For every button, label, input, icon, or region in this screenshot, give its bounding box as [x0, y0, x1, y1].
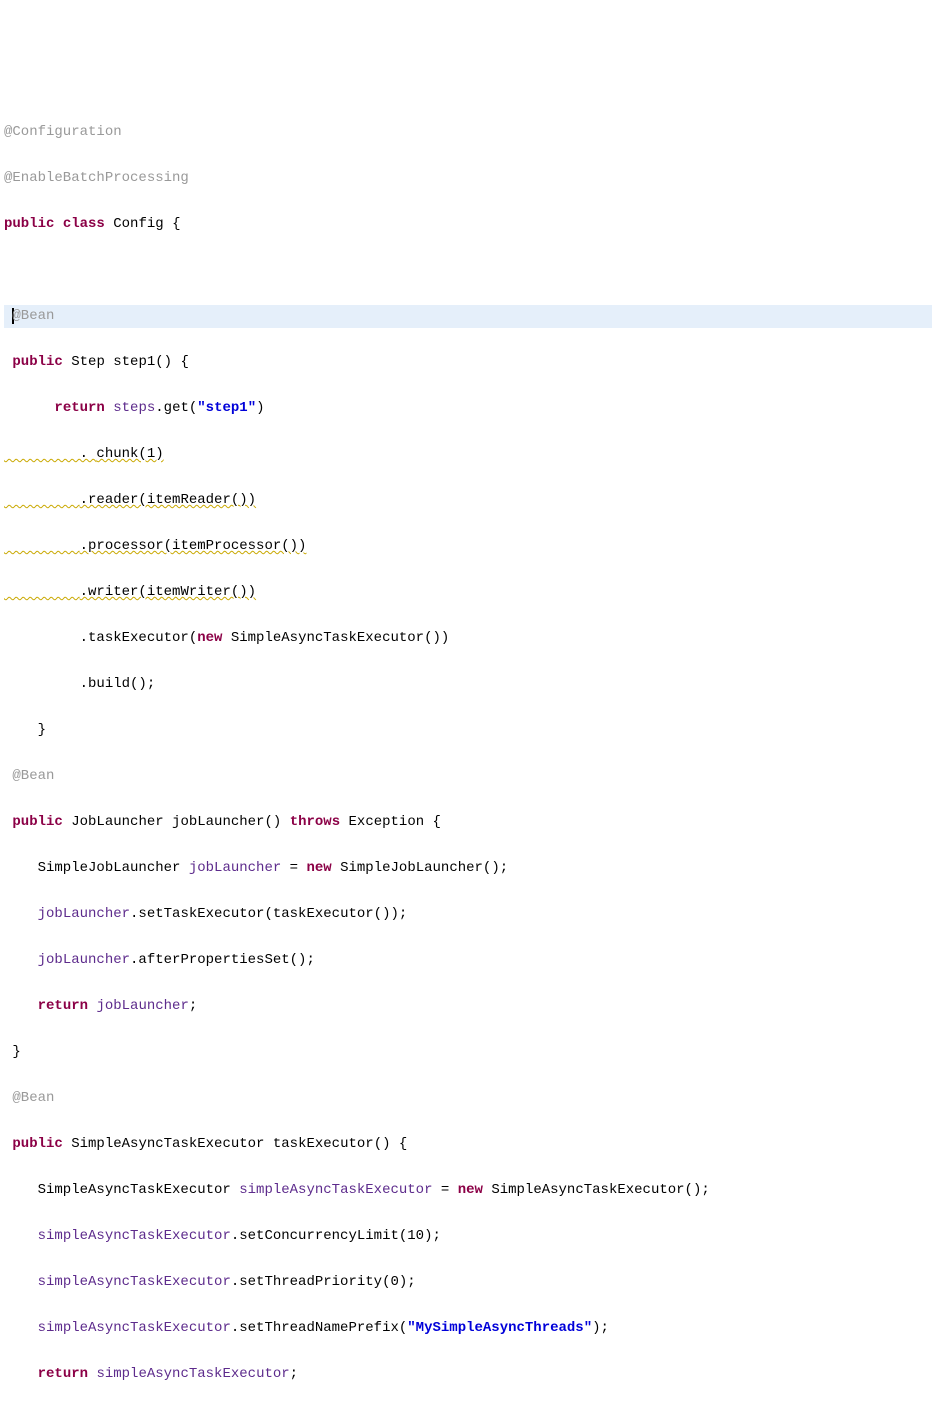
warning-squiggle: . — [4, 446, 96, 462]
params: () { — [155, 354, 189, 370]
code-line: public SimpleAsyncTaskExecutor taskExecu… — [4, 1133, 932, 1156]
variable: simpleAsyncTaskExecutor — [38, 1320, 231, 1336]
annotation: @EnableBatchProcessing — [4, 170, 189, 186]
keyword-public: public — [12, 354, 62, 370]
string-literal: "MySimpleAsyncThreads" — [407, 1320, 592, 1336]
params: () { — [374, 1136, 408, 1152]
warning-squiggle — [4, 538, 80, 554]
code-line: . chunk(1) — [4, 443, 932, 466]
variable: simpleAsyncTaskExecutor — [239, 1182, 432, 1198]
code-line: .taskExecutor(new SimpleAsyncTaskExecuto… — [4, 627, 932, 650]
keyword-throws: throws — [290, 814, 340, 830]
assign: = — [281, 860, 306, 876]
ctor-call: SimpleAsyncTaskExecutor(); — [483, 1182, 710, 1198]
variable: simpleAsyncTaskExecutor — [38, 1274, 231, 1290]
paren-close: ); — [592, 1320, 609, 1336]
return-type: JobLauncher — [63, 814, 172, 830]
code-line: return steps.get("step1") — [4, 397, 932, 420]
warning-squiggle: .reader(itemReader()) — [80, 492, 256, 508]
annotation-bean: @Bean — [12, 1090, 54, 1106]
keyword-new: new — [197, 630, 222, 646]
code-line: public Step step1() { — [4, 351, 932, 374]
code-line: simpleAsyncTaskExecutor.setThreadPriorit… — [4, 1271, 932, 1294]
method-call: .get( — [155, 400, 197, 416]
code-line: public class Config { — [4, 213, 932, 236]
variable: jobLauncher — [38, 906, 130, 922]
keyword-return: return — [54, 400, 104, 416]
assign: = — [432, 1182, 457, 1198]
var-decl: SimpleAsyncTaskExecutor — [4, 1182, 239, 1198]
code-line: public JobLauncher jobLauncher() throws … — [4, 811, 932, 834]
code-editor[interactable]: @Configuration @EnableBatchProcessing pu… — [4, 98, 932, 1404]
return-type: SimpleAsyncTaskExecutor — [63, 1136, 273, 1152]
method-call: .setConcurrencyLimit(10); — [231, 1228, 441, 1244]
keyword-public: public — [4, 216, 54, 232]
method-call: .setThreadPriority(0); — [231, 1274, 416, 1290]
code-line: return simpleAsyncTaskExecutor; — [4, 1363, 932, 1386]
method-name: jobLauncher — [172, 814, 264, 830]
code-line: .writer(itemWriter()) — [4, 581, 932, 604]
code-line: @Bean — [4, 765, 932, 788]
warning-squiggle: .writer(itemWriter()) — [80, 584, 256, 600]
paren-close: ) — [256, 400, 264, 416]
semicolon: ; — [290, 1366, 298, 1382]
code-line: return jobLauncher; — [4, 995, 932, 1018]
method-call: .setThreadNamePrefix( — [231, 1320, 407, 1336]
code-line: } — [4, 1041, 932, 1064]
class-name: Config — [113, 216, 163, 232]
annotation: @Configuration — [4, 124, 122, 140]
code-line — [4, 259, 932, 282]
code-line: jobLauncher.afterPropertiesSet(); — [4, 949, 932, 972]
ctor-call: SimpleJobLauncher(); — [332, 860, 508, 876]
code-line: @Configuration — [4, 121, 932, 144]
code-line: .reader(itemReader()) — [4, 489, 932, 512]
string-literal: "step1" — [197, 400, 256, 416]
warning-squiggle — [4, 584, 80, 600]
keyword-public: public — [12, 814, 62, 830]
code-line: .build(); — [4, 673, 932, 696]
throws-decl: Exception { — [340, 814, 441, 830]
params: () — [264, 814, 289, 830]
code-line: .processor(itemProcessor()) — [4, 535, 932, 558]
brace-close: } — [12, 1044, 20, 1060]
variable: jobLauncher — [96, 998, 188, 1014]
ctor-call: SimpleAsyncTaskExecutor()) — [222, 630, 449, 646]
keyword-return: return — [38, 1366, 88, 1382]
keyword-new: new — [458, 1182, 483, 1198]
code-line: simpleAsyncTaskExecutor.setConcurrencyLi… — [4, 1225, 932, 1248]
return-type: Step — [71, 354, 105, 370]
code-line: SimpleAsyncTaskExecutor simpleAsyncTaskE… — [4, 1179, 932, 1202]
method-name: step1 — [113, 354, 155, 370]
annotation-bean: @Bean — [12, 768, 54, 784]
field-ref: steps — [113, 400, 155, 416]
variable: simpleAsyncTaskExecutor — [96, 1366, 289, 1382]
builder-chain: .build(); — [4, 676, 155, 692]
keyword-public: public — [12, 1136, 62, 1152]
variable: simpleAsyncTaskExecutor — [38, 1228, 231, 1244]
semicolon: ; — [189, 998, 197, 1014]
warning-squiggle — [4, 492, 80, 508]
builder-chain: .taskExecutor( — [4, 630, 197, 646]
method-call: .setTaskExecutor(taskExecutor()); — [130, 906, 407, 922]
keyword-class: class — [63, 216, 105, 232]
code-line: } — [4, 719, 932, 742]
code-line-highlighted: @Bean — [4, 305, 932, 328]
code-line: simpleAsyncTaskExecutor.setThreadNamePre… — [4, 1317, 932, 1340]
variable: jobLauncher — [189, 860, 281, 876]
code-line: @Bean — [4, 1087, 932, 1110]
brace: { — [164, 216, 181, 232]
warning-squiggle: .processor(itemProcessor()) — [80, 538, 307, 554]
annotation-bean: @Bean — [12, 308, 54, 324]
code-line: jobLauncher.setTaskExecutor(taskExecutor… — [4, 903, 932, 926]
keyword-return: return — [38, 998, 88, 1014]
variable: jobLauncher — [38, 952, 130, 968]
brace-close: } — [4, 722, 46, 738]
code-line: SimpleJobLauncher jobLauncher = new Simp… — [4, 857, 932, 880]
warning-squiggle: chunk(1) — [96, 446, 163, 462]
method-name: taskExecutor — [273, 1136, 374, 1152]
method-call: .afterPropertiesSet(); — [130, 952, 315, 968]
keyword-new: new — [306, 860, 331, 876]
code-line: @EnableBatchProcessing — [4, 167, 932, 190]
var-decl: SimpleJobLauncher — [4, 860, 189, 876]
